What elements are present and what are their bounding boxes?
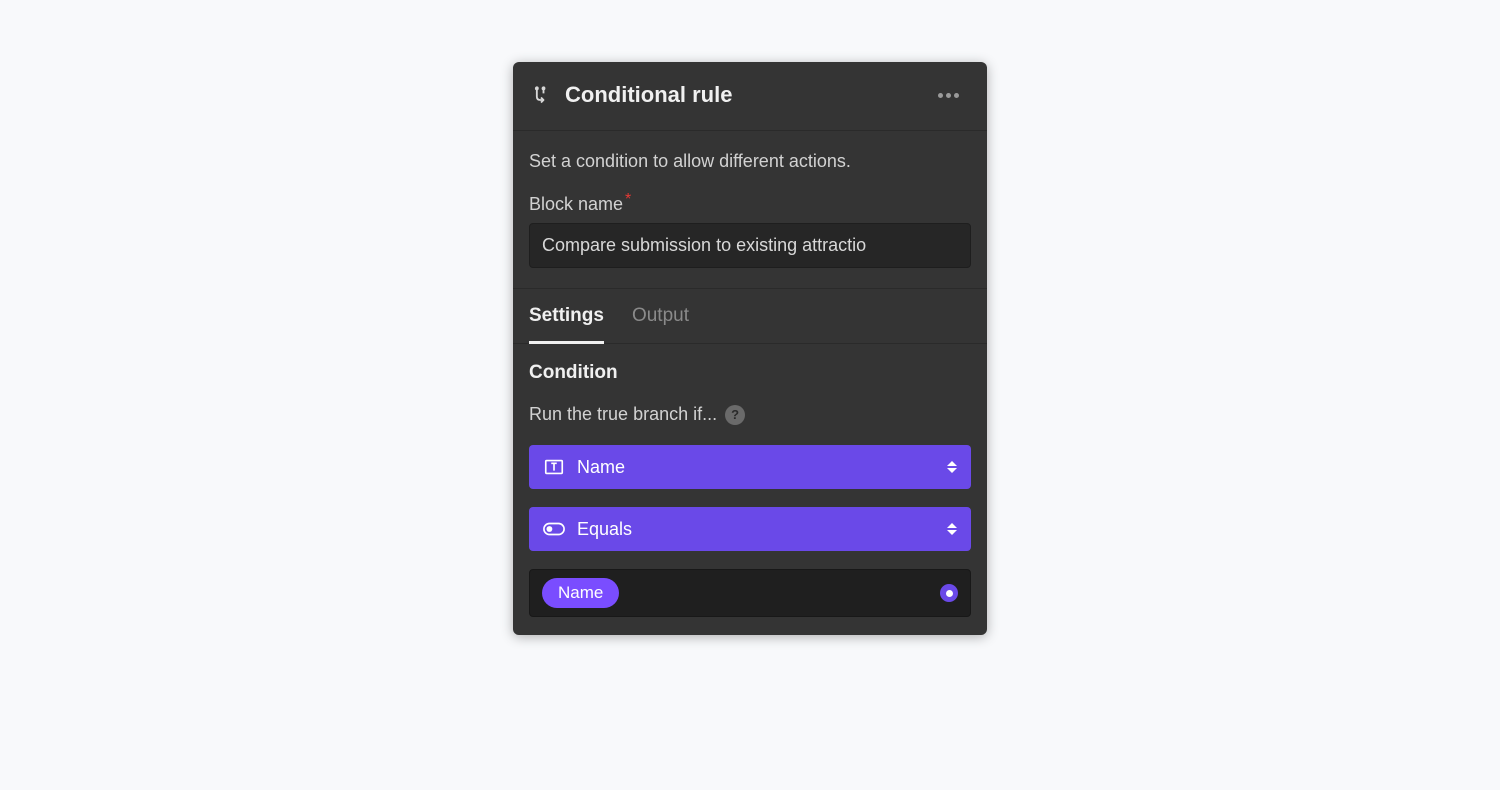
branch-icon (531, 85, 551, 105)
required-asterisk: * (625, 194, 631, 206)
dot-icon (938, 93, 943, 98)
dot-icon (946, 93, 951, 98)
value-indicator-inner (946, 590, 953, 597)
field-selector[interactable]: Name (529, 445, 971, 489)
tab-output[interactable]: Output (632, 305, 689, 343)
value-token-pill[interactable]: Name (542, 578, 619, 608)
block-name-label: Block name * (529, 194, 971, 215)
help-icon[interactable]: ? (725, 405, 745, 425)
panel-header: Conditional rule (513, 62, 987, 131)
value-indicator-dot[interactable] (940, 584, 958, 602)
more-menu-button[interactable] (932, 87, 965, 104)
condition-hint-row: Run the true branch if... ? (529, 404, 971, 425)
block-name-input[interactable] (542, 235, 958, 256)
condition-section: Condition Run the true branch if... ? Na… (513, 344, 987, 635)
panel-title: Conditional rule (565, 82, 732, 108)
panel-intro: Set a condition to allow different actio… (513, 131, 987, 289)
block-name-label-text: Block name (529, 194, 623, 215)
block-name-input-wrap[interactable] (529, 223, 971, 268)
dot-icon (954, 93, 959, 98)
sort-caret-icon (947, 461, 957, 473)
toggle-icon (543, 518, 565, 540)
intro-description: Set a condition to allow different actio… (529, 151, 971, 172)
comparator-selector[interactable]: Equals (529, 507, 971, 551)
tab-settings[interactable]: Settings (529, 305, 604, 344)
conditional-rule-panel: Conditional rule Set a condition to allo… (513, 62, 987, 635)
text-field-icon (543, 456, 565, 478)
value-input-row[interactable]: Name (529, 569, 971, 617)
header-title-group: Conditional rule (531, 82, 732, 108)
field-selector-left: Name (543, 456, 625, 478)
sort-caret-icon (947, 523, 957, 535)
tabs: Settings Output (513, 289, 987, 344)
field-selector-label: Name (577, 457, 625, 478)
comparator-selector-left: Equals (543, 518, 632, 540)
condition-hint: Run the true branch if... (529, 404, 717, 425)
condition-title: Condition (529, 362, 971, 384)
comparator-selector-label: Equals (577, 519, 632, 540)
